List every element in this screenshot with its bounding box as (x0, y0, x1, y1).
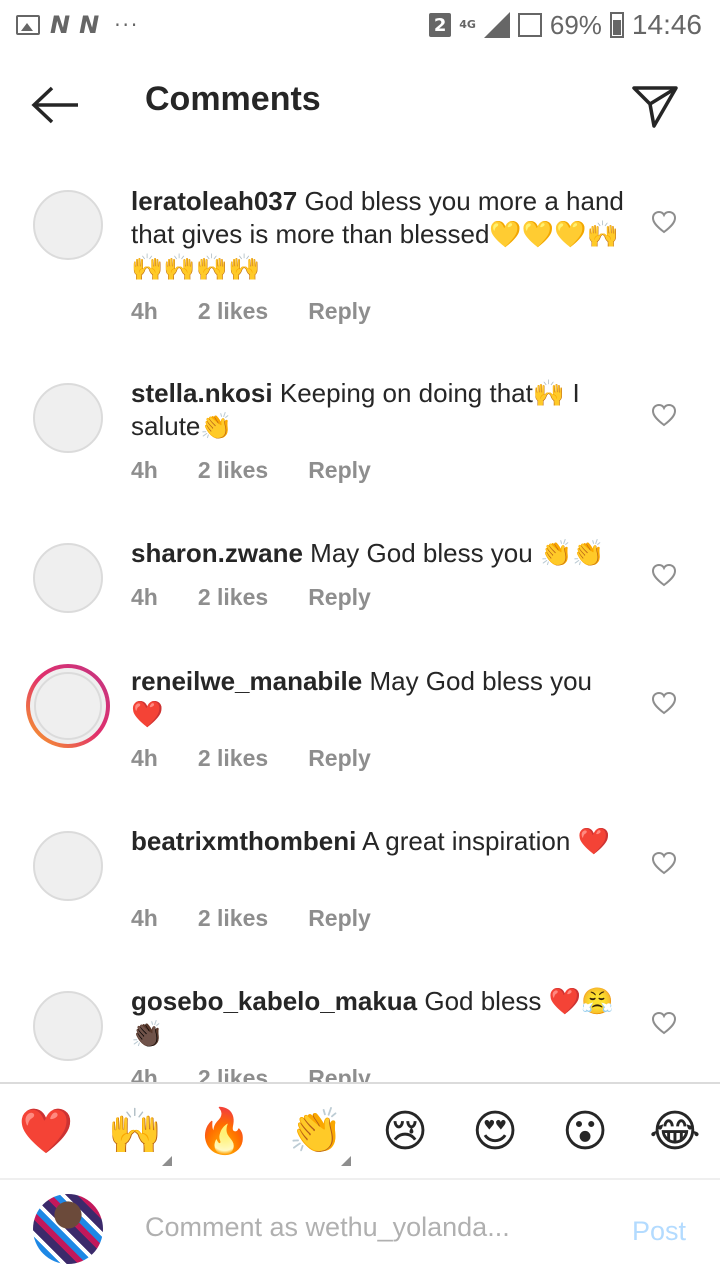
comment-body: A great inspiration ❤️ (362, 826, 610, 856)
comment-meta: 4h 2 likes Reply (131, 905, 411, 932)
battery-percent: 69% (549, 9, 602, 40)
comment-text: reneilwe_manabile May God bless you ❤️ (131, 665, 631, 731)
comment-username[interactable]: leratoleah037 (131, 186, 297, 216)
skin-tone-indicator-icon (162, 1156, 172, 1166)
avatar[interactable] (33, 831, 103, 901)
avatar[interactable] (33, 991, 103, 1061)
comment-time: 4h (131, 457, 158, 483)
reply-button[interactable]: Reply (308, 745, 371, 772)
comment-meta: 4h 2 likes Reply (131, 457, 411, 484)
notification-icon: N (79, 11, 99, 39)
comment-likes[interactable]: 2 likes (198, 457, 268, 484)
comment-composer: Comment as wethu_yolanda... Post (0, 1180, 720, 1280)
send-direct-icon[interactable] (630, 80, 680, 130)
comment-meta: 4h 2 likes Reply (131, 745, 411, 772)
clock: 14:46 (631, 9, 702, 40)
avatar[interactable] (33, 543, 103, 613)
comment-username[interactable]: stella.nkosi (131, 378, 273, 408)
more-notifications-icon: ··· (114, 13, 140, 37)
avatar[interactable] (33, 383, 103, 453)
signal-icon-2 (517, 13, 542, 37)
header: Comments (0, 60, 720, 150)
comment-time: 4h (131, 584, 158, 610)
comment-time: 4h (131, 745, 158, 771)
emoji-bar: ❤️ 🙌 🔥 👏 😢 😍 😮 😂 (0, 1084, 720, 1178)
comment-meta: 4h 2 likes Reply (131, 584, 411, 611)
comment-likes[interactable]: 2 likes (198, 905, 268, 932)
comment-meta: 4h 2 likes Reply (131, 1065, 411, 1082)
comment-body: May God bless you 👏👏 (310, 538, 605, 568)
reply-button[interactable]: Reply (308, 584, 371, 611)
comment-text: gosebo_kabelo_makua God bless ❤️😤👏🏿 (131, 985, 631, 1051)
status-right: 2 4G 69% 14:46 (429, 8, 702, 42)
emoji-fire[interactable]: 🔥 (196, 1104, 252, 1160)
current-user-avatar (33, 1194, 103, 1264)
emoji-red-heart[interactable]: ❤️ (18, 1104, 74, 1160)
comment-text: leratoleah037 God bless you more a hand … (131, 185, 631, 284)
heart-icon[interactable] (651, 563, 677, 587)
network-type: 4G (459, 18, 476, 31)
avatar (34, 672, 102, 740)
emoji-heart-eyes[interactable]: 😍 (467, 1104, 523, 1160)
comment-input[interactable]: Comment as wethu_yolanda... (145, 1212, 510, 1243)
gallery-icon (16, 15, 40, 35)
page-title: Comments (145, 80, 321, 118)
heart-icon[interactable] (651, 403, 677, 427)
notification-icon: N (50, 11, 70, 39)
comment-list[interactable]: leratoleah037 God bless you more a hand … (0, 160, 720, 1082)
heart-icon[interactable] (651, 210, 677, 234)
reply-button[interactable]: Reply (308, 457, 371, 484)
emoji-tears-of-joy[interactable]: 😂 (647, 1104, 703, 1160)
sim-badge: 2 (429, 13, 452, 37)
battery-icon (609, 12, 624, 38)
reply-button[interactable]: Reply (308, 1065, 371, 1082)
reply-button[interactable]: Reply (308, 905, 371, 932)
emoji-open-mouth[interactable]: 😮 (557, 1104, 613, 1160)
avatar-with-story[interactable] (26, 664, 110, 748)
comment-likes[interactable]: 2 likes (198, 298, 268, 325)
status-bar: N N ··· 2 4G 69% 14:46 (0, 0, 720, 50)
comment-meta: 4h 2 likes Reply (131, 298, 411, 325)
post-button[interactable]: Post (632, 1216, 686, 1247)
skin-tone-indicator-icon (341, 1156, 351, 1166)
comment-time: 4h (131, 905, 158, 931)
avatar[interactable] (33, 190, 103, 260)
heart-icon[interactable] (651, 691, 677, 715)
heart-icon[interactable] (651, 1011, 677, 1035)
comment-time: 4h (131, 1065, 158, 1082)
reply-button[interactable]: Reply (308, 298, 371, 325)
comment-text: stella.nkosi Keeping on doing that🙌 I sa… (131, 377, 631, 443)
comment-time: 4h (131, 298, 158, 324)
comment-username[interactable]: beatrixmthombeni (131, 826, 356, 856)
comment-likes[interactable]: 2 likes (198, 745, 268, 772)
comment-text: beatrixmthombeni A great inspiration ❤️ (131, 825, 631, 858)
heart-icon[interactable] (651, 851, 677, 875)
signal-icon (483, 12, 510, 38)
comment-likes[interactable]: 2 likes (198, 584, 268, 611)
comment-username[interactable]: reneilwe_manabile (131, 666, 362, 696)
back-arrow-icon[interactable] (30, 85, 80, 125)
status-left: N N ··· (16, 10, 139, 40)
emoji-crying-face[interactable]: 😢 (377, 1104, 433, 1160)
comment-likes[interactable]: 2 likes (198, 1065, 268, 1082)
emoji-clapping-hands[interactable]: 👏 (288, 1104, 344, 1160)
comment-username[interactable]: sharon.zwane (131, 538, 303, 568)
comment-text: sharon.zwane May God bless you 👏👏 (131, 537, 631, 570)
emoji-raising-hands[interactable]: 🙌 (107, 1104, 163, 1160)
comment-username[interactable]: gosebo_kabelo_makua (131, 986, 417, 1016)
